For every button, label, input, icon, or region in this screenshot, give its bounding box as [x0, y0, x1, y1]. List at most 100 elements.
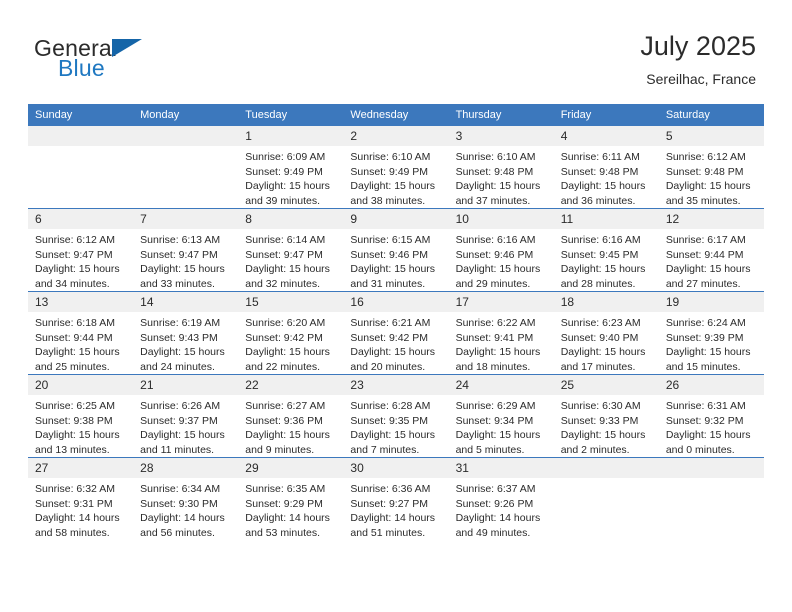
daylight-text: Daylight: 15 hours and 39 minutes. [245, 180, 330, 207]
brand-name-blue: Blue [58, 55, 105, 81]
calendar-day-cell[interactable]: 22 Sunrise: 6:27 AM Sunset: 9:36 PM Dayligh… [238, 374, 344, 458]
calendar-day-cell[interactable]: 15 Sunrise: 6:20 AM Sunset: 9:42 PM Dayligh… [238, 291, 344, 375]
weekday-header-friday: Friday [553, 104, 659, 126]
day-number: 25 [553, 375, 659, 395]
day-details: Sunrise: 6:12 AM Sunset: 9:47 PM Daylight:… [28, 229, 133, 291]
calendar-day-cell[interactable]: 7 Sunrise: 6:13 AM Sunset: 9:47 PM Daylight… [133, 208, 239, 292]
calendar-day-cell[interactable]: 27 Sunrise: 6:32 AM Sunset: 9:31 PM Dayligh… [28, 457, 134, 540]
calendar-day-cell[interactable]: 9 Sunrise: 6:15 AM Sunset: 9:46 PM Daylight… [343, 208, 449, 292]
sunrise-text: Sunrise: 6:12 AM [35, 234, 115, 246]
sunrise-text: Sunrise: 6:18 AM [35, 317, 115, 329]
sunset-text: Sunset: 9:30 PM [140, 497, 218, 510]
day-details: Sunrise: 6:31 AM Sunset: 9:32 PM Daylight:… [659, 395, 764, 457]
calendar-day-cell[interactable]: 11 Sunrise: 6:16 AM Sunset: 9:45 PM Dayligh… [553, 208, 659, 292]
sunrise-text: Sunrise: 6:37 AM [455, 483, 536, 495]
daylight-text: Daylight: 15 hours and 25 minutes. [35, 346, 120, 373]
weekday-header-monday: Monday [133, 104, 239, 126]
weekday-header-thursday: Thursday [448, 104, 554, 126]
day-details: Sunrise: 6:35 AM Sunset: 9:29 PM Daylight:… [238, 478, 343, 540]
calendar-day-cell[interactable]: 6 Sunrise: 6:12 AM Sunset: 9:47 PM Daylight… [28, 208, 134, 292]
calendar-day-cell[interactable]: 20 Sunrise: 6:25 AM Sunset: 9:38 PM Dayligh… [28, 374, 134, 458]
day-number: 3 [448, 126, 554, 146]
daylight-text: Daylight: 15 hours and 38 minutes. [350, 180, 436, 207]
day-number: 4 [553, 126, 659, 146]
day-details: Sunrise: 6:37 AM Sunset: 9:26 PM Daylight:… [449, 478, 554, 540]
day-details: Sunrise: 6:21 AM Sunset: 9:42 PM Daylight:… [343, 312, 448, 374]
calendar-day-cell[interactable]: 8 Sunrise: 6:14 AM Sunset: 9:47 PM Daylight… [238, 208, 344, 292]
sunset-text: Sunset: 9:44 PM [665, 248, 744, 261]
sunrise-text: Sunrise: 6:10 AM [455, 151, 536, 163]
sunset-text: Sunset: 9:49 PM [350, 165, 429, 178]
calendar-day-cell[interactable]: 25 Sunrise: 6:30 AM Sunset: 9:33 PM Dayligh… [553, 374, 659, 458]
sunset-text: Sunset: 9:45 PM [560, 248, 639, 261]
sunrise-text: Sunrise: 6:13 AM [140, 234, 221, 246]
day-number: 9 [343, 209, 449, 229]
calendar-day-cell[interactable]: 19 Sunrise: 6:24 AM Sunset: 9:39 PM Dayligh… [658, 291, 764, 375]
day-number: 22 [238, 375, 344, 395]
calendar-day-cell[interactable]: 29 Sunrise: 6:35 AM Sunset: 9:29 PM Dayligh… [238, 457, 344, 540]
sunset-text: Sunset: 9:49 PM [245, 165, 323, 178]
daylight-text: Daylight: 15 hours and 13 minutes. [35, 429, 120, 456]
day-details: Sunrise: 6:11 AM Sunset: 9:48 PM Daylight:… [554, 146, 659, 208]
calendar-day-cell[interactable]: 23 Sunrise: 6:28 AM Sunset: 9:35 PM Dayligh… [343, 374, 449, 458]
day-number: 13 [28, 292, 134, 312]
calendar-day-cell[interactable]: 12 Sunrise: 6:17 AM Sunset: 9:44 PM Dayligh… [658, 208, 764, 292]
brand-logo[interactable]: General Blue [34, 36, 224, 88]
page-header: General Blue July 2025 Sereilhac, France [0, 0, 792, 100]
calendar-day-cell[interactable]: 30 Sunrise: 6:36 AM Sunset: 9:27 PM Dayligh… [343, 457, 449, 540]
sunrise-text: Sunrise: 6:10 AM [350, 151, 431, 163]
calendar-day-cell[interactable]: 18 Sunrise: 6:23 AM Sunset: 9:40 PM Dayligh… [553, 291, 659, 375]
calendar-day-cell[interactable]: 2 Sunrise: 6:10 AM Sunset: 9:49 PM Daylight… [343, 126, 449, 209]
day-number: 27 [28, 458, 134, 478]
day-details: Sunrise: 6:24 AM Sunset: 9:39 PM Daylight:… [659, 312, 764, 374]
daylight-text: Daylight: 15 hours and 22 minutes. [245, 346, 330, 373]
day-details: Sunrise: 6:17 AM Sunset: 9:44 PM Daylight:… [659, 229, 764, 291]
sunset-text: Sunset: 9:46 PM [455, 248, 534, 261]
sunset-text: Sunset: 9:39 PM [665, 331, 744, 344]
calendar-day-cell[interactable]: 26 Sunrise: 6:31 AM Sunset: 9:32 PM Dayligh… [658, 374, 764, 458]
calendar-day-cell[interactable]: 13 Sunrise: 6:18 AM Sunset: 9:44 PM Dayligh… [28, 291, 134, 375]
sunset-text: Sunset: 9:42 PM [350, 331, 429, 344]
sunrise-text: Sunrise: 6:11 AM [560, 151, 640, 163]
day-number: 26 [658, 375, 764, 395]
day-details: Sunrise: 6:14 AM Sunset: 9:47 PM Daylight:… [238, 229, 343, 291]
day-details: Sunrise: 6:26 AM Sunset: 9:37 PM Daylight:… [133, 395, 238, 457]
calendar-day-cell[interactable]: 3 Sunrise: 6:10 AM Sunset: 9:48 PM Daylight… [448, 126, 554, 209]
daylight-text: Daylight: 15 hours and 34 minutes. [35, 263, 120, 290]
calendar-day-cell[interactable]: 28 Sunrise: 6:34 AM Sunset: 9:30 PM Dayligh… [133, 457, 239, 540]
calendar-day-cell[interactable]: 10 Sunrise: 6:16 AM Sunset: 9:46 PM Dayligh… [448, 208, 554, 292]
calendar-day-cell[interactable]: 5 Sunrise: 6:12 AM Sunset: 9:48 PM Daylight… [658, 126, 764, 209]
calendar-day-cell[interactable]: 31 Sunrise: 6:37 AM Sunset: 9:26 PM Dayligh… [448, 457, 554, 540]
calendar-day-cell[interactable]: 24 Sunrise: 6:29 AM Sunset: 9:34 PM Dayligh… [448, 374, 554, 458]
daylight-text: Daylight: 15 hours and 2 minutes. [560, 429, 646, 456]
calendar-day-cell[interactable]: 16 Sunrise: 6:21 AM Sunset: 9:42 PM Dayligh… [343, 291, 449, 375]
day-number: 30 [343, 458, 449, 478]
sunset-text: Sunset: 9:37 PM [140, 414, 218, 427]
sunset-text: Sunset: 9:26 PM [455, 497, 534, 510]
calendar-day-cell[interactable]: 21 Sunrise: 6:26 AM Sunset: 9:37 PM Dayligh… [133, 374, 239, 458]
sunrise-text: Sunrise: 6:36 AM [350, 483, 431, 495]
day-details: Sunrise: 6:19 AM Sunset: 9:43 PM Daylight:… [133, 312, 238, 374]
day-details: Sunrise: 6:22 AM Sunset: 9:41 PM Daylight:… [449, 312, 554, 374]
calendar-week-row: 27 Sunrise: 6:32 AM Sunset: 9:31 PM Dayligh… [28, 457, 764, 540]
sunset-text: Sunset: 9:41 PM [455, 331, 534, 344]
sunset-text: Sunset: 9:31 PM [35, 497, 113, 510]
day-details: Sunrise: 6:13 AM Sunset: 9:47 PM Daylight:… [133, 229, 238, 291]
calendar-day-cell[interactable]: 14 Sunrise: 6:19 AM Sunset: 9:43 PM Dayligh… [133, 291, 239, 375]
weekday-header-saturday: Saturday [658, 104, 764, 126]
sunset-text: Sunset: 9:46 PM [350, 248, 429, 261]
sunset-text: Sunset: 9:35 PM [350, 414, 429, 427]
calendar-week-row: 13 Sunrise: 6:18 AM Sunset: 9:44 PM Dayligh… [28, 291, 764, 375]
calendar-day-cell[interactable]: 4 Sunrise: 6:11 AM Sunset: 9:48 PM Daylight… [553, 126, 659, 209]
daylight-text: Daylight: 14 hours and 51 minutes. [350, 512, 436, 539]
sunset-text: Sunset: 9:34 PM [455, 414, 534, 427]
daylight-text: Daylight: 15 hours and 15 minutes. [665, 346, 751, 373]
calendar-day-cell[interactable]: 1 Sunrise: 6:09 AM Sunset: 9:49 PM Daylight… [238, 126, 344, 209]
sunset-text: Sunset: 9:47 PM [35, 248, 113, 261]
day-number: 19 [658, 292, 764, 312]
day-number: 18 [553, 292, 659, 312]
daylight-text: Daylight: 15 hours and 0 minutes. [665, 429, 751, 456]
calendar-day-cell-empty [553, 457, 659, 540]
daylight-text: Daylight: 15 hours and 7 minutes. [350, 429, 436, 456]
calendar-day-cell[interactable]: 17 Sunrise: 6:22 AM Sunset: 9:41 PM Dayligh… [448, 291, 554, 375]
